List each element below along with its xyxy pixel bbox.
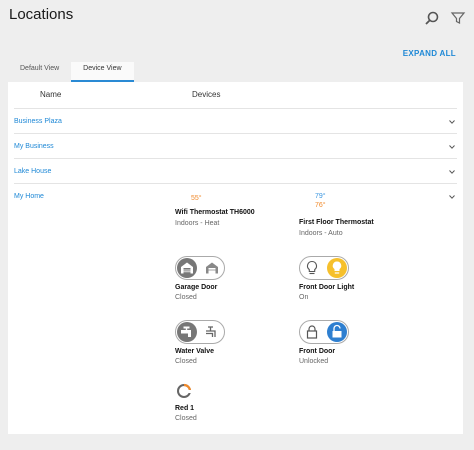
chevron-down-icon[interactable] <box>449 169 455 175</box>
location-name[interactable]: Lake House <box>14 168 51 175</box>
location-row-my-business[interactable]: My Business <box>14 133 457 159</box>
search-icon[interactable] <box>424 10 440 26</box>
device-name: First Floor Thermostat <box>299 219 374 226</box>
thermostat-temp: 55° <box>191 195 202 202</box>
device-status: Unlocked <box>299 358 329 365</box>
expand-all-button[interactable]: EXPAND ALL <box>403 49 456 58</box>
lock-closed-icon <box>303 323 321 346</box>
filter-icon[interactable] <box>450 10 466 26</box>
view-tabs: Default View Device View <box>8 62 134 82</box>
sensor-icon <box>175 382 193 405</box>
device-status: Closed <box>175 294 197 301</box>
tab-device-view[interactable]: Device View <box>71 62 134 82</box>
device-status: Indoors - Heat <box>175 220 220 227</box>
location-name[interactable]: My Business <box>14 143 54 150</box>
location-name[interactable]: My Home <box>14 193 44 200</box>
lock-open-icon <box>327 322 347 342</box>
device-name: Wifi Thermostat TH6000 <box>175 209 255 216</box>
column-header-name: Name <box>40 90 62 99</box>
light-toggle[interactable] <box>299 256 349 280</box>
location-row-lake-house[interactable]: Lake House <box>14 158 457 184</box>
light-on-icon <box>327 258 347 278</box>
device-name: Front Door Light <box>299 284 355 291</box>
garage-open-icon <box>203 259 221 282</box>
thermostat-heat-setpoint: 76° <box>315 202 326 209</box>
light-off-icon <box>303 259 321 282</box>
device-status: On <box>299 294 309 301</box>
device-name: Front Door <box>299 348 336 355</box>
device-name: Water Valve <box>175 348 215 355</box>
location-row-business-plaza[interactable]: Business Plaza <box>14 108 457 134</box>
device-status: Indoors - Auto <box>299 230 343 237</box>
device-name: Garage Door <box>175 284 218 291</box>
garage-door-toggle[interactable] <box>175 256 225 280</box>
tab-default-view[interactable]: Default View <box>8 62 71 82</box>
device-status: Closed <box>175 415 197 422</box>
water-valve-toggle[interactable] <box>175 320 225 344</box>
chevron-down-icon[interactable] <box>449 194 455 200</box>
valve-open-icon <box>203 323 221 346</box>
page-title: Locations <box>9 6 74 23</box>
device-name: Red 1 <box>175 405 195 412</box>
column-header-devices: Devices <box>192 90 221 99</box>
thermostat-cool-setpoint: 79° <box>315 193 326 200</box>
door-lock-toggle[interactable] <box>299 320 349 344</box>
chevron-down-icon[interactable] <box>449 144 455 150</box>
garage-closed-icon <box>177 258 197 278</box>
valve-closed-icon <box>177 322 197 342</box>
locations-panel: Name Devices Business Plaza My Business … <box>8 82 463 434</box>
chevron-down-icon[interactable] <box>449 119 455 125</box>
location-row-my-home[interactable]: My Home <box>14 183 457 433</box>
location-name[interactable]: Business Plaza <box>14 118 62 125</box>
device-status: Closed <box>175 358 197 365</box>
